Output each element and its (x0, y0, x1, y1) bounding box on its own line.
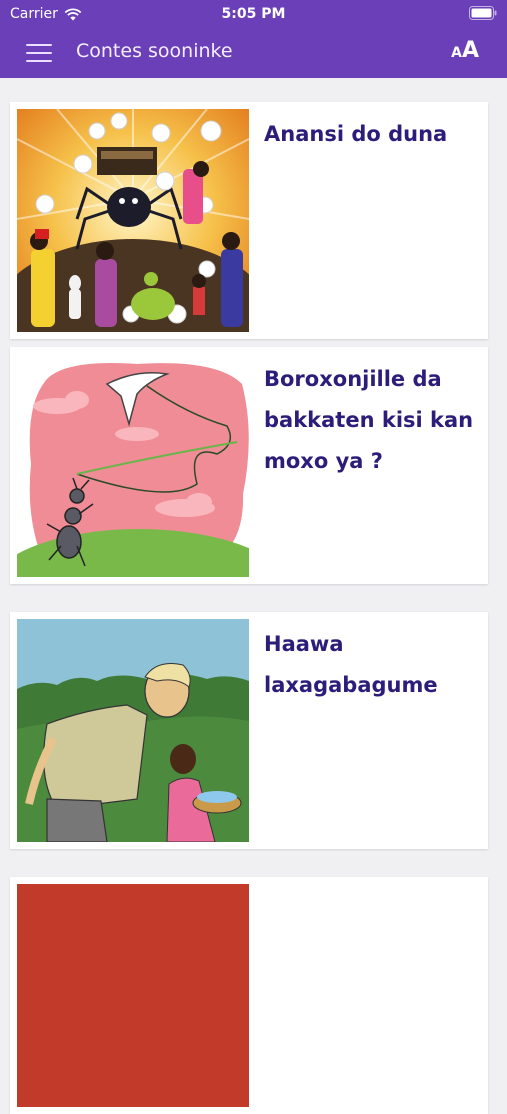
story-card-4[interactable] (10, 877, 488, 1114)
story-card-anansi[interactable]: Anansi do duna (10, 102, 488, 339)
app-title: Contes sooninke (76, 40, 233, 62)
status-bar: Carrier 5:05 PM (0, 0, 507, 28)
story-title: Boroxonjille da bakkaten kisi kan moxo y… (264, 367, 474, 473)
status-time: 5:05 PM (221, 6, 286, 22)
story-card-boroxonjille[interactable]: Boroxonjille da bakkaten kisi kan moxo y… (10, 347, 488, 584)
story-title: Anansi do duna (264, 122, 448, 146)
hamburger-menu-icon[interactable] (22, 40, 56, 66)
story-illustration (17, 619, 249, 842)
story-illustration (17, 109, 249, 332)
text-size-icon[interactable]: AA (451, 38, 479, 63)
app-bar: Contes sooninke AA (0, 28, 507, 78)
story-illustration (17, 354, 249, 577)
story-illustration (17, 884, 249, 1107)
battery-icon (469, 6, 497, 20)
story-card-haawa[interactable]: Haawa laxagabagume (10, 612, 488, 849)
story-title: Haawa laxagabagume (264, 632, 438, 697)
